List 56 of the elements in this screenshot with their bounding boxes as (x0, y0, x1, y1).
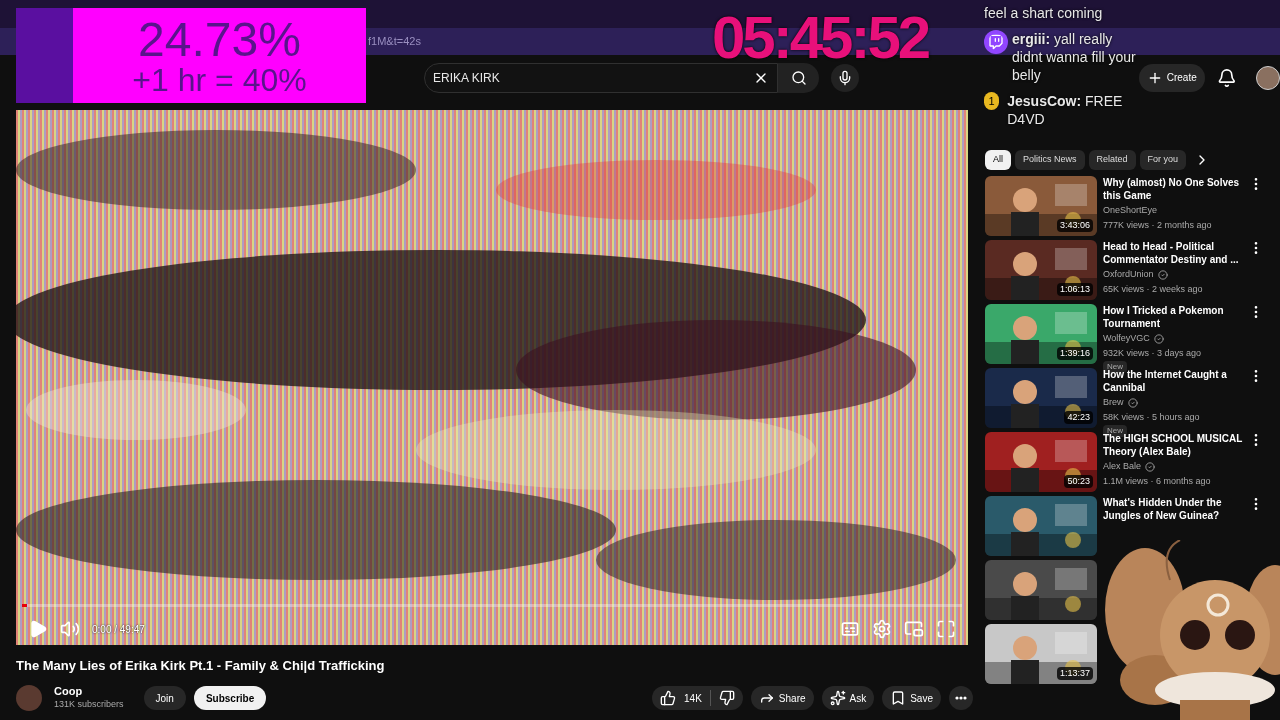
time-display: 0:00 / 49:47 (92, 622, 145, 637)
action-button[interactable]: Save (882, 686, 941, 711)
play-icon[interactable] (28, 619, 48, 639)
avatar[interactable] (1256, 65, 1280, 90)
search-button[interactable] (777, 62, 820, 93)
microphone-icon (837, 69, 853, 86)
create-button[interactable]: Create (1138, 63, 1205, 92)
microphone-button[interactable] (831, 63, 859, 92)
dislike-icon[interactable] (718, 690, 735, 707)
more-button[interactable] (949, 686, 973, 711)
address-text[interactable]: f1M&t=42s (368, 33, 421, 50)
search-field[interactable]: ERIKA KIRK (424, 62, 778, 93)
captions-icon[interactable] (840, 619, 860, 639)
more-icon (955, 696, 967, 701)
settings-icon[interactable] (872, 619, 892, 639)
sparkle-icon (829, 690, 846, 707)
video-meta: 932K views · 3 days ago (1103, 346, 1203, 360)
subscriber-count: 131K subscribers (54, 698, 124, 712)
video-title[interactable]: Head to Head - Political Commentator Destiny and ... (1103, 240, 1248, 266)
miniplayer-icon[interactable] (904, 619, 924, 639)
filter-chip[interactable]: All (985, 150, 1011, 170)
channel-name[interactable]: OneShortEye (1103, 204, 1158, 218)
channel-name[interactable]: Alex Bale (1103, 460, 1142, 474)
chat-message: JesusCow: FREE D4VD (1007, 92, 1124, 128)
video-title[interactable]: Why (almost) No One Solves this Game (1103, 176, 1248, 202)
video-meta: 65K views · 2 weeks ago (1103, 282, 1204, 296)
subscribe-button[interactable]: Subscribe (193, 686, 267, 711)
video-meta: 777K views · 2 months ago (1103, 218, 1213, 232)
fullscreen-icon[interactable] (936, 619, 956, 639)
like-count: 14K (684, 691, 702, 706)
chat-message: ergiii: yall really didnt wanna fill your belly (1012, 30, 1136, 84)
projection-text: +1 hr = 40% (132, 63, 307, 96)
search-icon (790, 69, 807, 86)
action-button[interactable]: Share (750, 686, 814, 711)
search-value: ERIKA KIRK (433, 69, 501, 87)
notifications-icon[interactable] (1216, 67, 1237, 88)
volume-icon[interactable] (60, 619, 80, 639)
filter-chip[interactable]: Politics News (1015, 150, 1085, 170)
channel-name[interactable]: Coop (54, 684, 124, 699)
like-icon[interactable] (660, 690, 677, 707)
chat-message: feel a shart coming (984, 4, 1103, 22)
video-title: The Many Lies of Erika Kirk Pt.1 - Family & Chi|d Trafficking (16, 657, 386, 675)
join-button[interactable]: Join (143, 686, 186, 711)
channel-name[interactable]: Brew (1103, 396, 1124, 410)
action-button[interactable]: Ask (821, 686, 875, 711)
channel-name[interactable]: WolfeyVGC (1103, 332, 1150, 346)
progress-track[interactable] (22, 604, 962, 607)
badge: 1 (984, 92, 1000, 110)
video-title[interactable]: How I Tricked a Pokemon Tournament (1103, 304, 1248, 330)
video-meta: 58K views · 5 hours ago (1103, 410, 1201, 424)
percent-text: 24.73% (138, 15, 301, 64)
channel-name[interactable]: OxfordUnion (1103, 268, 1154, 282)
filter-chip[interactable]: For you (1139, 150, 1187, 170)
video-meta: 1.1M views · 6 months ago (1103, 474, 1212, 488)
filter-chip[interactable]: Related (1088, 150, 1136, 170)
video-title[interactable]: What's Hidden Under the Jungles of New Guinea? (1103, 496, 1248, 522)
